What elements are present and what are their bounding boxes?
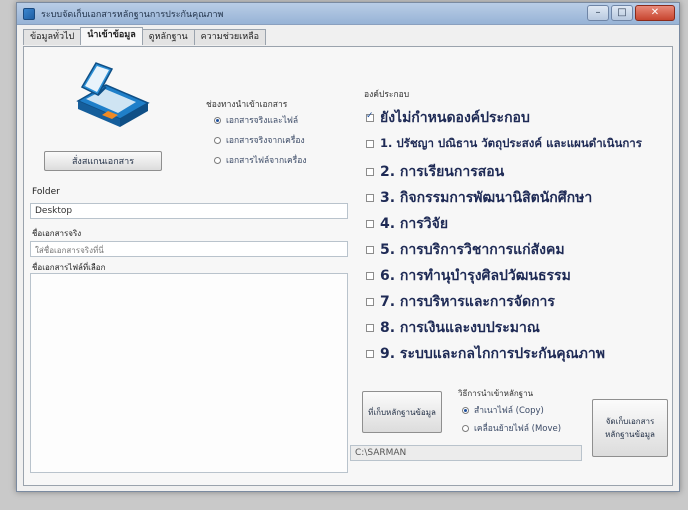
window-title: ระบบจัดเก็บเอกสารหลักฐานการประกันคุณภาพ (41, 10, 224, 20)
checkbox-checked-icon (366, 111, 374, 122)
checkbox-icon (366, 220, 374, 228)
scan-source-option-3[interactable]: เอกสารไฟล์จากเครื่อง (214, 153, 307, 167)
component-7[interactable]: 7. การบริหารและการจัดการ (366, 291, 555, 313)
tab-general[interactable]: ข้อมูลทั่วไป (23, 29, 82, 45)
component-8[interactable]: 8. การเงินและงบประมาณ (366, 317, 540, 339)
component-5[interactable]: 5. การบริการวิชาการแก่สังคม (366, 239, 565, 261)
import-panel: สั่งสแกนเอกสาร ช่องทางนำเข้าเอกสาร เอกสา… (23, 46, 673, 486)
window-controls: – □ ✕ (587, 5, 675, 21)
store-path-field[interactable]: C:\SARMAN (350, 445, 582, 461)
app-icon (23, 8, 35, 20)
scan-button[interactable]: สั่งสแกนเอกสาร (44, 151, 162, 171)
maximize-button[interactable]: □ (611, 5, 633, 21)
component-4[interactable]: 4. การวิจัย (366, 213, 448, 235)
document-name-label: ชื่อเอกสารจริง (32, 229, 82, 238)
tab-bar: ข้อมูลทั่วไป นำเข้าข้อมูล ดูหลักฐาน ความ… (23, 27, 267, 47)
checkbox-icon (366, 272, 374, 280)
file-method-title: วิธีการนำเข้าหลักฐาน (458, 389, 534, 398)
main-window: ระบบจัดเก็บเอกสารหลักฐานการประกันคุณภาพ … (16, 2, 680, 492)
component-9[interactable]: 9. ระบบและกลไกการประกันคุณภาพ (366, 343, 605, 365)
minimize-button[interactable]: – (587, 5, 609, 21)
checkbox-icon (366, 168, 374, 176)
checkbox-icon (366, 298, 374, 306)
scan-source-title: ช่องทางนำเข้าเอกสาร (206, 100, 288, 110)
radio-icon (462, 424, 469, 432)
checkbox-icon (366, 246, 374, 254)
component-2[interactable]: 2. การเรียนการสอน (366, 161, 504, 183)
components-group: องค์ประกอบ ยังไม่กำหนดองค์ประกอบ 1. ปรัช… (364, 87, 672, 371)
file-method-group: วิธีการนำเข้าหลักฐาน สำเนาไฟล์ (Copy) เค… (454, 387, 584, 443)
file-method-move[interactable]: เคลื่อนย้ายไฟล์ (Move) (462, 421, 561, 435)
tab-import[interactable]: นำเข้าข้อมูล (80, 27, 143, 45)
tab-evidence[interactable]: ดูหลักฐาน (141, 29, 195, 45)
document-name-field[interactable]: ใส่ชื่อเอกสารจริงที่นี่ (30, 241, 348, 257)
store-path-button[interactable]: ที่เก็บหลักฐานข้อมูล (362, 391, 442, 433)
tab-help[interactable]: ความช่วยเหลือ (193, 29, 267, 45)
checkbox-icon (366, 350, 374, 358)
file-name-area[interactable] (30, 273, 348, 473)
folder-label: Folder (32, 187, 60, 197)
save-evidence-button[interactable]: จัดเก็บเอกสาร หลักฐานข้อมูล (592, 399, 668, 457)
radio-selected-icon (214, 116, 221, 124)
component-3[interactable]: 3. กิจกรรมการพัฒนานิสิตนักศึกษา (366, 187, 592, 209)
checkbox-icon (366, 140, 374, 148)
scan-source-option-2[interactable]: เอกสารจริงจากเครื่อง (214, 133, 305, 147)
component-6[interactable]: 6. การทำนุบำรุงศิลปวัฒนธรรม (366, 265, 571, 287)
component-1[interactable]: 1. ปรัชญา ปณิธาน วัตถุประสงค์ และแผนดำเน… (366, 135, 642, 153)
close-button[interactable]: ✕ (635, 5, 675, 21)
file-method-copy[interactable]: สำเนาไฟล์ (Copy) (462, 403, 544, 417)
radio-icon (214, 136, 221, 144)
radio-icon (214, 156, 221, 164)
component-none[interactable]: ยังไม่กำหนดองค์ประกอบ (366, 107, 530, 129)
checkbox-icon (366, 324, 374, 332)
title-bar[interactable]: ระบบจัดเก็บเอกสารหลักฐานการประกันคุณภาพ … (17, 3, 679, 25)
components-title: องค์ประกอบ (364, 90, 410, 100)
scan-source-option-1[interactable]: เอกสารจริงและไฟล์ (214, 113, 298, 127)
scanner-icon (76, 62, 150, 127)
folder-field[interactable]: Desktop (30, 203, 348, 219)
checkbox-icon (366, 194, 374, 202)
radio-selected-icon (462, 406, 469, 414)
